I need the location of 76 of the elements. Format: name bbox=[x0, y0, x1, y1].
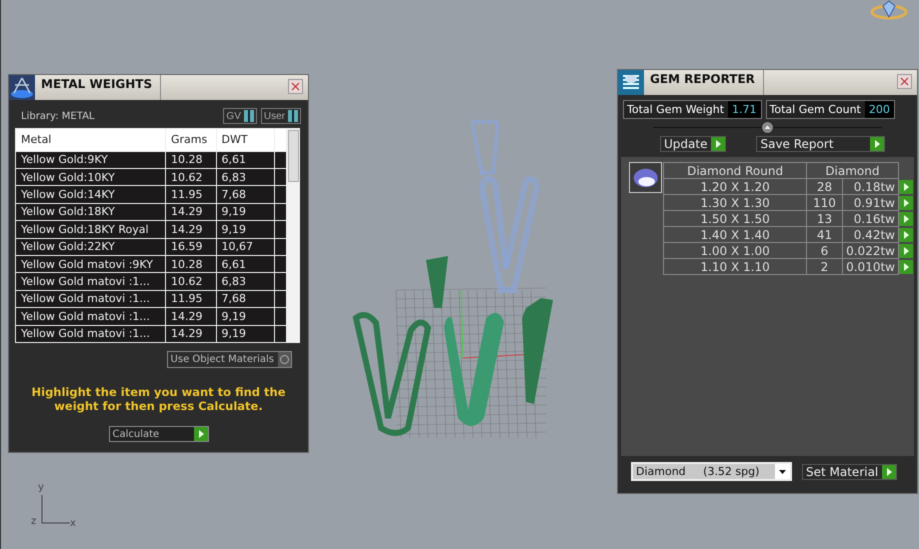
table-cell: Yellow Gold:22KY bbox=[16, 238, 166, 256]
panel-title: METAL WEIGHTS bbox=[35, 75, 162, 100]
table-cell: Yellow Gold:18KY Royal bbox=[16, 220, 166, 238]
table-cell: Yellow Gold matovi :9KY bbox=[16, 255, 166, 273]
field-label: Total Gem Weight bbox=[627, 103, 724, 116]
table-cell: 1.00 X 1.00 bbox=[664, 242, 806, 258]
table-cell: 14.29 bbox=[166, 220, 216, 238]
table-cell: 28 bbox=[806, 178, 843, 194]
table-cell: Yellow Gold:10KY bbox=[16, 168, 166, 186]
table-cell: 110 bbox=[806, 194, 843, 210]
table-cell: 2 bbox=[806, 258, 843, 274]
axis-label: y bbox=[38, 482, 44, 493]
use-object-materials-checkbox[interactable]: Use Object Materials bbox=[166, 351, 292, 368]
set-material-button[interactable]: Set Material bbox=[802, 464, 898, 480]
column-header: Diamond bbox=[806, 162, 898, 178]
instruction-text: Highlight the item you want to find the weight for then press Calculate. bbox=[30, 385, 286, 413]
table-cell: 6,83 bbox=[216, 272, 275, 290]
table-cell: 1.20 X 1.20 bbox=[664, 178, 806, 194]
table-cell: 10.62 bbox=[166, 168, 216, 186]
table-cell: 6,61 bbox=[216, 255, 275, 273]
table-cell: 11.95 bbox=[166, 186, 216, 204]
table-cell: 41 bbox=[806, 226, 843, 242]
panel-title: GEM REPORTER bbox=[644, 70, 764, 95]
table-cell: 9,19 bbox=[216, 203, 275, 221]
axis-label: x bbox=[70, 518, 76, 529]
table-cell: 0.010tw bbox=[842, 258, 898, 274]
table-cell: 1.50 X 1.50 bbox=[664, 210, 806, 226]
column-header: Diamond Round bbox=[664, 162, 806, 178]
table-cell: 7,68 bbox=[216, 186, 275, 204]
table-cell: 9,19 bbox=[216, 220, 275, 238]
table-cell: 6,83 bbox=[216, 168, 275, 186]
table-cell: 14.29 bbox=[166, 203, 216, 221]
table-cell: 0.022tw bbox=[842, 242, 898, 258]
table-cell: 14.29 bbox=[166, 308, 216, 326]
table-cell: 0.18tw bbox=[842, 178, 898, 194]
update-button[interactable]: Update bbox=[660, 136, 726, 152]
axis-label: z bbox=[31, 516, 36, 527]
table-cell: 0.42tw bbox=[842, 226, 898, 242]
library-label: Library: METAL bbox=[21, 110, 96, 122]
table-cell: 1.30 X 1.30 bbox=[664, 194, 806, 210]
table-cell: 1.40 X 1.40 bbox=[664, 226, 806, 242]
table-cell: 7,68 bbox=[216, 290, 275, 308]
field-value: 200 bbox=[864, 101, 894, 118]
checkbox-label: Use Object Materials bbox=[170, 354, 274, 365]
table-cell: 13 bbox=[806, 210, 843, 226]
column-header[interactable]: Metal bbox=[16, 128, 166, 152]
table-cell: 14.29 bbox=[166, 325, 216, 342]
table-cell: 10.28 bbox=[166, 255, 216, 273]
table-cell: 9,19 bbox=[216, 308, 275, 326]
table-cell: Yellow Gold:18KY bbox=[16, 203, 166, 221]
save-report-button[interactable]: Save Report bbox=[756, 136, 886, 152]
table-cell: Yellow Gold matovi :1... bbox=[16, 325, 166, 342]
table-cell: 9,19 bbox=[216, 325, 275, 342]
table-cell: 10.62 bbox=[166, 272, 216, 290]
table-cell: 1.10 X 1.10 bbox=[664, 258, 806, 274]
table-cell: Yellow Gold matovi :1... bbox=[16, 308, 166, 326]
table-cell: 10,67 bbox=[216, 238, 275, 256]
column-header[interactable]: Grams bbox=[166, 128, 216, 152]
column-header[interactable]: DWT bbox=[216, 128, 275, 152]
table-cell: Yellow Gold:14KY bbox=[16, 186, 166, 204]
calculate-button[interactable]: Calculate bbox=[108, 426, 208, 442]
table-cell: 0.16tw bbox=[842, 210, 898, 226]
table-cell: 6 bbox=[806, 242, 843, 258]
table-cell: 16.59 bbox=[166, 238, 216, 256]
library-toggle[interactable]: User bbox=[260, 108, 301, 124]
table-cell: 0.91tw bbox=[842, 194, 898, 210]
table-cell: 11.95 bbox=[166, 290, 216, 308]
table-cell: Yellow Gold matovi :1... bbox=[16, 272, 166, 290]
material-dropdown[interactable]: Diamond (3.52 spg) bbox=[631, 462, 792, 481]
field-label: Total Gem Count bbox=[770, 103, 861, 116]
library-toggle[interactable]: GV bbox=[223, 108, 257, 124]
table-cell: Yellow Gold matovi :1... bbox=[16, 290, 166, 308]
table-cell: 10.28 bbox=[166, 151, 216, 168]
field-value: 1.71 bbox=[728, 101, 761, 118]
table-cell: Yellow Gold:9KY bbox=[16, 151, 166, 168]
table-cell: 6,61 bbox=[216, 151, 275, 168]
